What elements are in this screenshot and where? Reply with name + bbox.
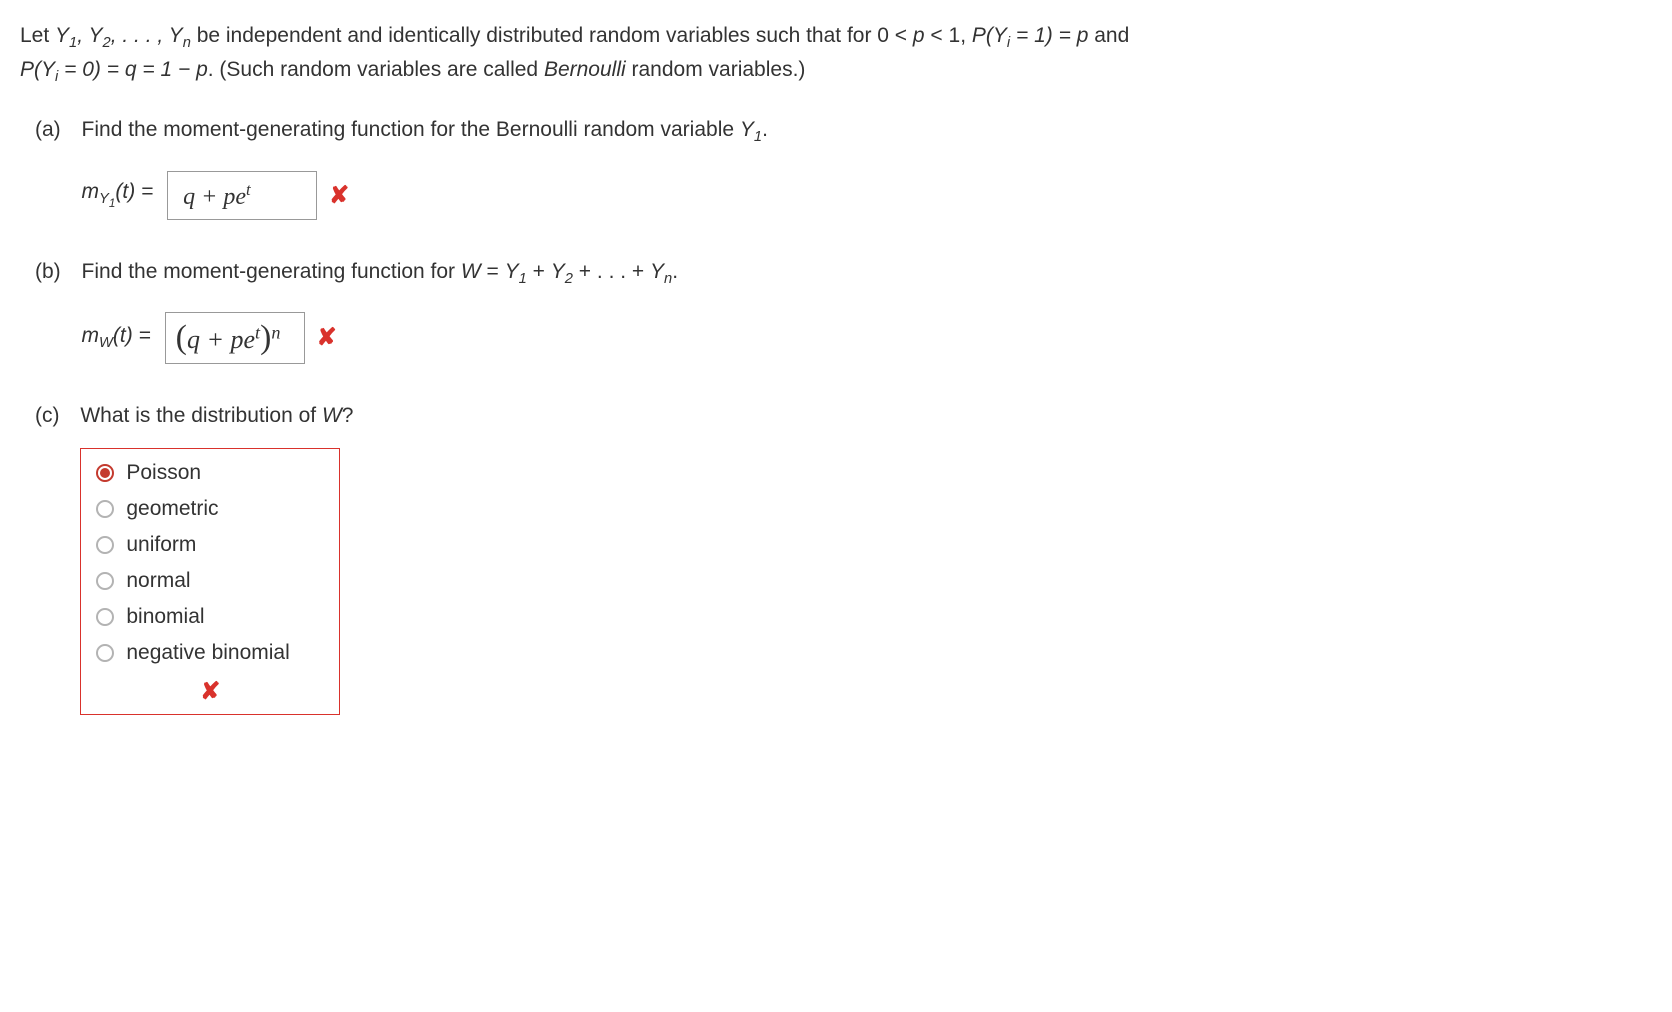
part-a-answer-label: mY1(t) =: [82, 180, 160, 210]
radio-label: normal: [126, 569, 190, 593]
intro-text-5: . (Such random variables are called: [208, 58, 544, 81]
radio-button[interactable]: [96, 464, 114, 482]
intro-text-3: < 1,: [925, 24, 972, 47]
part-b-content: Find the moment-generating function for …: [82, 260, 1639, 364]
part-b-answer-input[interactable]: (q + pet)n: [165, 312, 305, 364]
radio-option-uniform[interactable]: uniform: [96, 533, 324, 557]
part-c-content: What is the distribution of W? Poisson g…: [80, 404, 1637, 715]
part-a-answer-input[interactable]: q + pet: [167, 171, 317, 220]
radio-option-poisson[interactable]: Poisson: [96, 461, 324, 485]
intro-text-2: be independent and identically distribut…: [191, 24, 913, 47]
part-a: (a) Find the moment-generating function …: [35, 118, 1652, 219]
radio-option-negative-binomial[interactable]: negative binomial: [96, 641, 324, 665]
part-a-content: Find the moment-generating function for …: [82, 118, 1639, 219]
radio-label: binomial: [126, 605, 204, 629]
part-a-question: Find the moment-generating function for …: [82, 118, 768, 141]
intro-text-1: Let: [20, 24, 55, 47]
part-c-feedback: ✘: [96, 677, 324, 706]
incorrect-icon: ✘: [317, 323, 337, 352]
radio-button[interactable]: [96, 536, 114, 554]
part-a-answer-row: mY1(t) = q + pet ✘: [82, 171, 1639, 220]
radio-option-geometric[interactable]: geometric: [96, 497, 324, 521]
radio-option-normal[interactable]: normal: [96, 569, 324, 593]
incorrect-icon: ✘: [200, 677, 220, 706]
part-c-label: (c): [35, 404, 60, 428]
part-a-label: (a): [35, 118, 61, 142]
intro-text-4: and: [1088, 24, 1129, 47]
radio-button[interactable]: [96, 500, 114, 518]
part-c-question: What is the distribution of W?: [80, 404, 353, 427]
part-b-answer-row: mW(t) = (q + pet)n ✘: [82, 312, 1639, 364]
part-c-radio-group: Poisson geometric uniform normal binomia…: [80, 448, 340, 715]
radio-label: geometric: [126, 497, 218, 521]
part-c: (c) What is the distribution of W? Poiss…: [35, 404, 1652, 715]
radio-label: uniform: [126, 533, 196, 557]
radio-button[interactable]: [96, 572, 114, 590]
radio-button[interactable]: [96, 608, 114, 626]
intro-prob1: P(Yi = 1) = p: [972, 24, 1089, 47]
part-b: (b) Find the moment-generating function …: [35, 260, 1652, 364]
part-b-label: (b): [35, 260, 61, 284]
intro-p: p: [913, 24, 925, 47]
radio-option-binomial[interactable]: binomial: [96, 605, 324, 629]
part-b-answer-label: mW(t) =: [82, 324, 157, 351]
intro-vars: Y1, Y2, . . . , Yn: [55, 24, 191, 47]
intro-prob2: P(Yi = 0) = q = 1 − p: [20, 58, 208, 81]
intro-bernoulli: Bernoulli: [544, 58, 626, 81]
intro-text-6: random variables.): [626, 58, 806, 81]
problem-intro: Let Y1, Y2, . . . , Yn be independent an…: [20, 20, 1652, 88]
radio-label: Poisson: [126, 461, 201, 485]
radio-button[interactable]: [96, 644, 114, 662]
incorrect-icon: ✘: [329, 181, 349, 210]
radio-label: negative binomial: [126, 641, 289, 665]
part-b-question: Find the moment-generating function for …: [82, 260, 679, 283]
